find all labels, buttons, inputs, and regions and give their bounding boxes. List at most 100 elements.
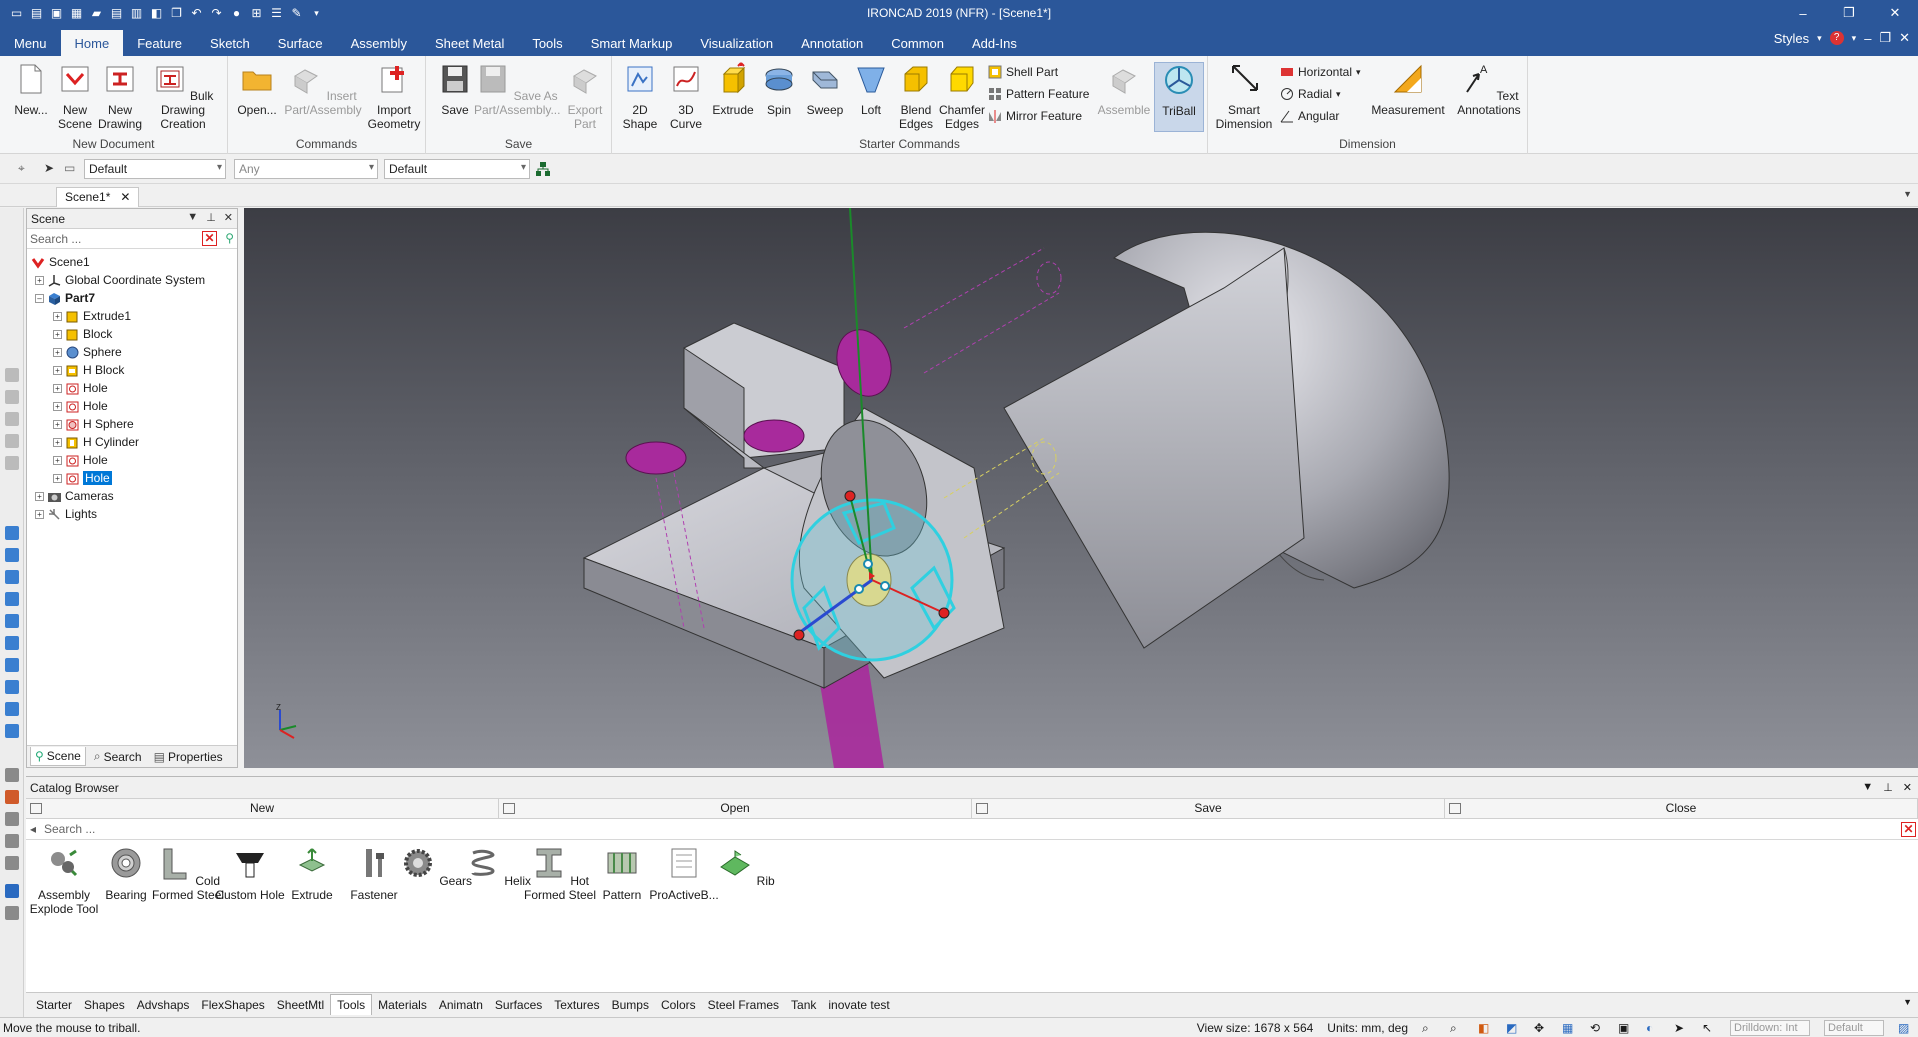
- close-icon[interactable]: ✕: [1903, 781, 1912, 794]
- tab-feature[interactable]: Feature: [123, 30, 196, 56]
- paint-icon[interactable]: ✎: [288, 5, 305, 22]
- tree-node-h-block[interactable]: + H Block: [53, 361, 124, 379]
- save-icon[interactable]: ▤: [28, 5, 45, 22]
- catalog-new-button[interactable]: New: [26, 799, 499, 818]
- expand-icon[interactable]: +: [53, 383, 62, 393]
- status-default-combo[interactable]: Default: [1824, 1020, 1884, 1036]
- triball-button[interactable]: TriBall: [1154, 62, 1204, 132]
- radial-dimension-button[interactable]: Radial ▾: [1280, 84, 1341, 104]
- view-cube-icon[interactable]: ◩: [1506, 1021, 1520, 1035]
- cube-view-icon[interactable]: [5, 658, 19, 672]
- styles-label[interactable]: Styles: [1774, 31, 1809, 46]
- bulk-drawing-button[interactable]: Bulk Drawing Creation: [146, 62, 220, 131]
- tab-tools[interactable]: Tools: [518, 30, 576, 56]
- catalog-tab-textures[interactable]: Textures: [548, 995, 605, 1015]
- catalog-tab-flexshapes[interactable]: FlexShapes: [195, 995, 270, 1015]
- 2d-shape-button[interactable]: 2D Shape: [616, 62, 664, 131]
- expand-icon[interactable]: +: [53, 329, 62, 339]
- catalog-tab-surfaces[interactable]: Surfaces: [489, 995, 548, 1015]
- doc-tab-scene1[interactable]: Scene1* ✕: [56, 187, 140, 207]
- catalog-save-button[interactable]: Save: [972, 799, 1445, 818]
- chevron-down-icon[interactable]: ▾: [1852, 33, 1857, 44]
- select-filter-icon[interactable]: ⌖: [18, 161, 25, 176]
- expand-icon[interactable]: +: [53, 311, 62, 321]
- cube-view-icon[interactable]: [5, 680, 19, 694]
- sweep-button[interactable]: Sweep: [800, 62, 850, 117]
- dropdown-icon[interactable]: ▾: [308, 5, 325, 22]
- catalog-tab-colors[interactable]: Colors: [655, 995, 702, 1015]
- sketch-tool-icon[interactable]: [5, 834, 19, 848]
- sketch-tool-icon[interactable]: [5, 812, 19, 826]
- cube-view-icon[interactable]: [5, 724, 19, 738]
- angular-dimension-button[interactable]: Angular: [1280, 106, 1339, 126]
- tree-node-h-sphere[interactable]: + H Sphere: [53, 415, 134, 433]
- 3d-viewport[interactable]: Z: [244, 208, 1918, 768]
- pdf-icon[interactable]: ▣: [48, 5, 65, 22]
- new-drawing-button[interactable]: New Drawing: [93, 62, 147, 131]
- light-icon[interactable]: ◐: [1646, 1021, 1660, 1035]
- cursor-icon[interactable]: ↖: [1702, 1021, 1716, 1035]
- shell-part-button[interactable]: Shell Part: [988, 62, 1058, 82]
- expand-icon[interactable]: +: [53, 347, 62, 357]
- pin-icon[interactable]: ⊥: [206, 211, 216, 224]
- orientation-icon[interactable]: ⟲: [1590, 1021, 1604, 1035]
- section-icon[interactable]: ▣: [1618, 1021, 1632, 1035]
- tab-home[interactable]: Home: [60, 30, 124, 56]
- print-icon[interactable]: ▦: [68, 5, 85, 22]
- catalog-search-input[interactable]: ◂ Search ... ✕: [26, 820, 1918, 840]
- spin-button[interactable]: Spin: [754, 62, 804, 117]
- pointer-icon[interactable]: ➤: [1674, 1021, 1688, 1035]
- cube-view-icon[interactable]: [5, 526, 19, 540]
- catalog-tab-tools[interactable]: Tools: [330, 994, 373, 1015]
- catalog-tab-shapes[interactable]: Shapes: [78, 995, 131, 1015]
- save-as-part-button[interactable]: Save As Part/Assembly...: [474, 62, 560, 117]
- display-mode-icon[interactable]: ▦: [1562, 1021, 1576, 1035]
- copy-icon[interactable]: ❐: [168, 5, 185, 22]
- material-combo[interactable]: Default: [384, 159, 530, 179]
- cube-view-icon[interactable]: [5, 592, 19, 606]
- tab-sheet-metal[interactable]: Sheet Metal: [421, 30, 518, 56]
- expand-icon[interactable]: +: [35, 491, 44, 501]
- sketch-tool-icon[interactable]: [5, 768, 19, 782]
- cube-view-icon[interactable]: [5, 614, 19, 628]
- minimize-ribbon-icon[interactable]: –: [1864, 31, 1871, 46]
- catalog-open-button[interactable]: Open: [499, 799, 972, 818]
- settings-icon[interactable]: ▨: [1898, 1021, 1912, 1035]
- close-icon[interactable]: ✕: [120, 190, 130, 205]
- select-box-icon[interactable]: ▭: [64, 161, 75, 175]
- expand-icon[interactable]: +: [53, 401, 62, 411]
- tree-node-hole-4[interactable]: + Hole: [53, 469, 112, 487]
- clear-search-icon[interactable]: ✕: [1901, 822, 1916, 837]
- tab-annotation[interactable]: Annotation: [787, 30, 877, 56]
- clear-search-icon[interactable]: ✕: [202, 231, 217, 246]
- tree-node-extrude1[interactable]: + Extrude1: [53, 307, 131, 325]
- move-icon[interactable]: ✥: [1534, 1021, 1548, 1035]
- view-tool-icon[interactable]: [5, 412, 19, 426]
- 3d-model-render[interactable]: [244, 208, 1918, 768]
- tree-node-cameras[interactable]: + Cameras: [35, 487, 114, 505]
- cube-view-icon[interactable]: [5, 636, 19, 650]
- tab-menu[interactable]: Menu: [0, 30, 61, 56]
- expand-icon[interactable]: +: [53, 419, 62, 429]
- redo-icon[interactable]: ↷: [208, 5, 225, 22]
- horizontal-dimension-button[interactable]: Horizontal ▾: [1280, 62, 1361, 82]
- export-part-button[interactable]: Export Part: [560, 62, 610, 131]
- globe-icon[interactable]: ●: [228, 5, 245, 22]
- zoom-fit-icon[interactable]: ⌕: [1450, 1021, 1464, 1035]
- properties-icon[interactable]: ◧: [148, 5, 165, 22]
- tab-add-ins[interactable]: Add-Ins: [958, 30, 1031, 56]
- chevron-down-icon[interactable]: ▼: [187, 211, 198, 224]
- tree-node-scene1[interactable]: Scene1: [31, 253, 90, 271]
- tree-node-hole-1[interactable]: + Hole: [53, 379, 108, 397]
- tree-node-h-cylinder[interactable]: + H Cylinder: [53, 433, 139, 451]
- chevron-down-icon[interactable]: ▼: [1862, 781, 1873, 794]
- view-tool-icon[interactable]: [5, 434, 19, 448]
- expand-icon[interactable]: +: [35, 509, 44, 519]
- tree-node-global-coordinate-system[interactable]: + Global Coordinate System: [35, 271, 205, 289]
- catalog-tab-advshaps[interactable]: Advshaps: [131, 995, 196, 1015]
- save-as-icon[interactable]: ▤: [108, 5, 125, 22]
- chevron-down-icon[interactable]: ▾: [1817, 33, 1822, 44]
- tab-assembly[interactable]: Assembly: [337, 30, 421, 56]
- close-icon[interactable]: ✕: [224, 211, 233, 224]
- catalog-tab-starter[interactable]: Starter: [30, 995, 78, 1015]
